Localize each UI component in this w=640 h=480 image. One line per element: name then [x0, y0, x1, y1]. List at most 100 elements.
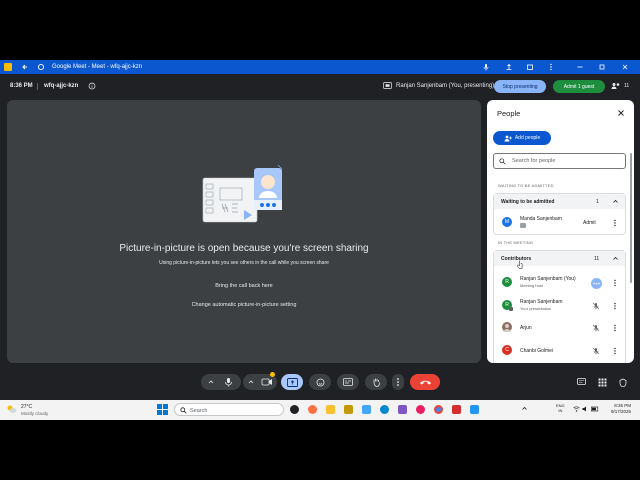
admit-guest-button[interactable]: Admit 1 guest [553, 80, 605, 93]
present-icon [286, 377, 298, 387]
participant-row: R Ranjan Sanjenbam (You) Meeting host [494, 273, 625, 293]
stop-presenting-button[interactable]: Stop presenting [494, 80, 546, 93]
folder-icon[interactable] [326, 405, 335, 414]
search-icon [499, 158, 506, 165]
more-options-icon[interactable] [612, 302, 618, 310]
change-pip-setting-link[interactable]: Change automatic picture-in-picture sett… [7, 302, 481, 308]
leave-call-button[interactable] [410, 374, 440, 390]
more-options-button[interactable] [392, 374, 404, 390]
waiting-group-label: Waiting to be admitted [501, 199, 555, 205]
language-indicator[interactable]: ENG IN [556, 403, 565, 413]
minimize-icon[interactable] [576, 63, 584, 71]
chevron-up-icon[interactable] [521, 405, 528, 412]
hand-icon [373, 378, 380, 387]
chrome-icon[interactable] [434, 405, 443, 414]
present-screen-icon [383, 82, 392, 90]
info-icon[interactable] [88, 82, 96, 90]
avatar-initial: C [505, 347, 509, 353]
share-icon[interactable] [505, 63, 513, 71]
participant-name: Chanbi Golmei [520, 348, 554, 354]
pdf-icon[interactable] [452, 405, 461, 414]
close-panel-icon[interactable] [617, 109, 625, 117]
stage-area [7, 100, 481, 363]
avatar [502, 322, 512, 332]
participant-role: Meeting host [520, 283, 543, 288]
weather-temp: 27°C [21, 404, 33, 410]
taskbar-app-icon[interactable] [308, 405, 317, 414]
clock-date: 9/17/2026 [610, 409, 631, 414]
avatar-initial: R [505, 279, 509, 285]
captions-button[interactable] [337, 374, 359, 390]
participant-row: Arjun [494, 318, 625, 338]
warning-badge [270, 372, 275, 377]
system-clock[interactable]: 8:36 PM 9/17/2026 [607, 403, 631, 415]
captions-icon [343, 378, 353, 386]
windows-start-icon[interactable] [157, 404, 168, 415]
emoji-button[interactable] [309, 374, 331, 390]
search-icon [180, 407, 187, 414]
panel-scrollbar[interactable] [630, 153, 632, 283]
admit-guest-label: Admit 1 guest [563, 83, 595, 90]
taskbar-app-icon[interactable] [344, 405, 353, 414]
presentation-icon [509, 307, 513, 311]
stop-presenting-label: Stop presenting [502, 83, 538, 90]
edge-icon[interactable] [380, 405, 389, 414]
avatar-initial: M [504, 219, 510, 225]
teams-icon[interactable] [398, 405, 407, 414]
more-options-icon[interactable] [612, 347, 618, 355]
activities-icon[interactable] [598, 378, 607, 387]
contributors-header[interactable]: Contributors 11 [494, 251, 625, 266]
more-options-icon[interactable] [612, 279, 618, 287]
waiting-group-count: 1 [596, 199, 599, 205]
host-controls-icon[interactable] [619, 378, 629, 387]
participant-row: C Chanbi Golmei [494, 341, 625, 361]
add-person-icon [504, 135, 512, 141]
raise-hand-button[interactable] [365, 374, 387, 390]
close-window-icon[interactable] [621, 63, 629, 71]
language-bottom: IN [558, 408, 563, 413]
mic-off-icon[interactable] [592, 302, 600, 310]
present-now-button[interactable] [281, 374, 303, 390]
mic-off-icon[interactable] [592, 324, 600, 332]
browser-menu-icon[interactable] [547, 63, 555, 71]
battery-icon[interactable] [591, 406, 599, 412]
volume-icon[interactable] [582, 406, 589, 412]
avatar: C [502, 345, 512, 355]
participant-name: Ranjan Sanjenbam [520, 299, 563, 305]
wifi-icon[interactable] [573, 406, 580, 412]
speaking-icon [591, 278, 602, 289]
emoji-icon [316, 378, 324, 386]
back-icon[interactable] [21, 63, 29, 71]
reload-icon[interactable] [37, 63, 45, 71]
participant-name: Ranjan Sanjenbam (You) [520, 276, 576, 282]
taskbar-app-icon[interactable] [362, 405, 371, 414]
people-panel: People Add people Search for people WAIT… [487, 100, 634, 363]
bring-call-back-link[interactable]: Bring the call back here [7, 283, 481, 289]
waiting-name: Manda Sanjenbam [520, 216, 562, 222]
vscode-icon[interactable] [470, 405, 479, 414]
more-options-icon[interactable] [612, 324, 618, 332]
meeting-code: wfq-ajjc-kzn [44, 83, 79, 89]
add-people-button[interactable]: Add people [493, 131, 551, 145]
mic-icon[interactable] [482, 63, 490, 71]
restore-icon[interactable] [598, 63, 606, 71]
participant-count: 11 [624, 83, 630, 89]
admit-button[interactable]: Admit [583, 220, 596, 226]
more-options-icon[interactable] [612, 219, 618, 227]
search-people-input[interactable]: Search for people [493, 153, 626, 169]
chevron-up-icon [208, 380, 214, 384]
camera-control [243, 372, 277, 390]
waiting-row: M Manda Sanjenbam Admit [494, 211, 625, 235]
people-title: People [497, 109, 521, 118]
taskbar-search-box[interactable]: Search [174, 403, 284, 416]
taskbar-app-icon[interactable] [416, 405, 425, 414]
participant-row: R Ranjan Sanjenbam Your presentation [494, 296, 625, 316]
weather-desc: Mostly cloudy [21, 411, 49, 416]
chat-icon[interactable] [577, 378, 586, 387]
presenting-label: Ranjan Sanjenbam (You, presenting) [396, 83, 495, 89]
people-icon[interactable] [611, 82, 621, 90]
extensions-icon[interactable] [526, 63, 534, 71]
waiting-group-header[interactable]: Waiting to be admitted 1 [494, 194, 625, 209]
mic-off-icon[interactable] [592, 347, 600, 355]
taskbar-app-icon[interactable] [290, 405, 299, 414]
